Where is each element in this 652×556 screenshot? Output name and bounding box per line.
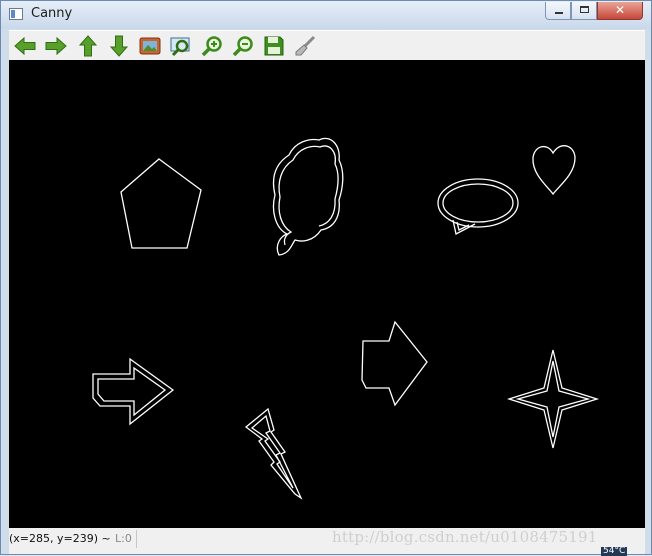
- pentagon-shape: [120, 158, 202, 249]
- minimize-button[interactable]: [545, 2, 571, 20]
- arrow-left-icon: [14, 36, 36, 56]
- app-icon: [9, 8, 23, 20]
- close-icon: ✕: [614, 3, 626, 17]
- zoom-in-icon: [201, 36, 222, 57]
- title-bar[interactable]: Canny ✕: [1, 1, 651, 29]
- heart-shape: [532, 145, 576, 196]
- pan-left-button[interactable]: [13, 34, 37, 58]
- magnify-region-icon: [170, 37, 190, 57]
- save-button[interactable]: [262, 34, 286, 58]
- zoom-out-button[interactable]: [231, 34, 255, 58]
- arrow-down-icon: [109, 35, 129, 57]
- pan-down-button[interactable]: [107, 34, 131, 58]
- zoom-out-icon: [232, 36, 253, 57]
- brush-icon: [295, 35, 316, 56]
- floppy-disk-icon: [264, 36, 284, 56]
- arrow-right-icon: [45, 36, 67, 56]
- toolbar: [9, 30, 645, 61]
- pan-up-button[interactable]: [76, 34, 100, 58]
- star-outer: [506, 349, 600, 449]
- image-canvas[interactable]: [9, 60, 645, 528]
- arrow-right-outline-inner: [97, 366, 167, 417]
- zoom-in-button[interactable]: [200, 34, 224, 58]
- zoom-region-button[interactable]: [169, 34, 193, 58]
- blob-shape: [272, 137, 344, 256]
- arrow-right-outline-outer: [92, 357, 175, 426]
- close-button[interactable]: ✕: [597, 2, 643, 20]
- arrow-up-icon: [78, 35, 98, 57]
- properties-button[interactable]: [293, 34, 317, 58]
- minimize-icon: [555, 12, 563, 14]
- window-title: Canny: [31, 6, 73, 21]
- maximize-button[interactable]: [571, 2, 597, 20]
- block-arrow-shape: [361, 320, 428, 407]
- star-inner: [515, 360, 591, 438]
- speech-bubble-outer: [437, 178, 519, 228]
- window: Canny ✕ (x=285, y=239) ~ L:0 http://blog…: [0, 0, 652, 556]
- image-icon: [139, 37, 161, 55]
- pan-right-button[interactable]: [44, 34, 68, 58]
- watermark-text: http://blog.csdn.net/u0108475191: [332, 528, 598, 546]
- cursor-coordinates: (x=285, y=239) ~: [9, 532, 111, 545]
- zoom-fit-button[interactable]: [138, 34, 162, 58]
- status-divider: [136, 530, 137, 548]
- canny-edges: [92, 137, 600, 500]
- level-indicator: L:0: [115, 532, 132, 545]
- maximize-icon: [580, 6, 589, 13]
- blob-inner-shape: [278, 145, 339, 246]
- speech-bubble-inner: [442, 183, 514, 223]
